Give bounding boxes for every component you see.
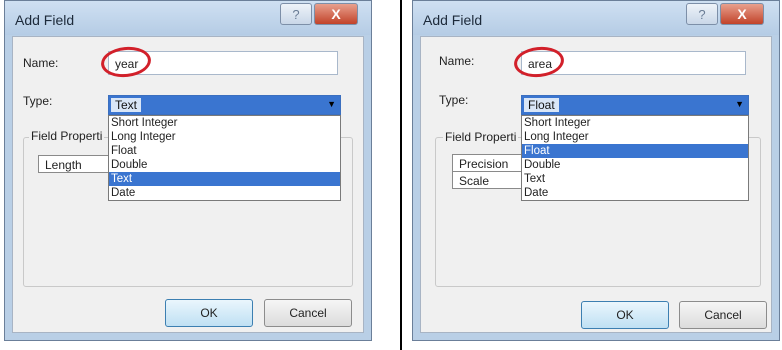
image-divider	[400, 0, 402, 350]
option-double[interactable]: Double	[109, 158, 340, 172]
property-cell-scale[interactable]: Scale	[452, 171, 524, 189]
option-date[interactable]: Date	[522, 186, 748, 200]
help-button[interactable]: ?	[686, 3, 718, 25]
title-bar[interactable]: Add Field ? X	[413, 1, 779, 35]
option-short-integer[interactable]: Short Integer	[109, 116, 340, 130]
option-text[interactable]: Text	[522, 172, 748, 186]
close-icon: X	[331, 6, 341, 22]
type-label: Type:	[439, 93, 469, 107]
add-field-dialog-area: Add Field ? X Name: area Type: Float ▼ F…	[412, 0, 780, 341]
option-float[interactable]: Float	[109, 144, 340, 158]
close-button[interactable]: X	[720, 3, 764, 25]
dialog-body: Name: area Type: Float ▼ Field Properti …	[420, 36, 772, 333]
option-text[interactable]: Text	[109, 172, 340, 186]
type-select[interactable]: Float ▼	[521, 95, 749, 115]
add-field-dialog-year: Add Field ? X Name: year Type: Text ▼ Fi…	[4, 0, 372, 341]
option-float[interactable]: Float	[522, 144, 748, 158]
cancel-button[interactable]: Cancel	[679, 301, 767, 329]
dialog-title: Add Field	[423, 12, 483, 28]
help-button[interactable]: ?	[280, 3, 312, 25]
field-properties-label: Field Properti	[443, 130, 519, 144]
ok-button[interactable]: OK	[581, 301, 669, 329]
option-long-integer[interactable]: Long Integer	[522, 130, 748, 144]
cancel-button[interactable]: Cancel	[264, 299, 352, 327]
title-bar[interactable]: Add Field ? X	[5, 1, 371, 35]
help-icon: ?	[698, 6, 706, 22]
type-dropdown-list: Short Integer Long Integer Float Double …	[108, 115, 341, 201]
dialog-title: Add Field	[15, 12, 75, 28]
option-short-integer[interactable]: Short Integer	[522, 116, 748, 130]
ok-button[interactable]: OK	[165, 299, 253, 327]
help-icon: ?	[292, 6, 300, 22]
chevron-down-icon[interactable]: ▼	[735, 99, 744, 109]
field-properties-label: Field Properti	[29, 129, 105, 143]
option-long-integer[interactable]: Long Integer	[109, 130, 340, 144]
option-double[interactable]: Double	[522, 158, 748, 172]
dialog-body: Name: year Type: Text ▼ Field Properti L…	[12, 36, 364, 333]
name-label: Name:	[23, 56, 59, 70]
name-label: Name:	[439, 54, 475, 68]
chevron-down-icon[interactable]: ▼	[327, 99, 336, 109]
close-icon: X	[737, 6, 747, 22]
property-cell-length[interactable]: Length	[38, 155, 110, 173]
type-selected-value: Text	[111, 98, 142, 112]
option-date[interactable]: Date	[109, 186, 340, 200]
type-select[interactable]: Text ▼	[108, 95, 341, 115]
type-dropdown-list: Short Integer Long Integer Float Double …	[521, 115, 749, 201]
property-cell-precision[interactable]: Precision	[452, 154, 524, 172]
type-selected-value: Float	[524, 98, 559, 112]
type-label: Type:	[23, 94, 53, 108]
close-button[interactable]: X	[314, 3, 358, 25]
